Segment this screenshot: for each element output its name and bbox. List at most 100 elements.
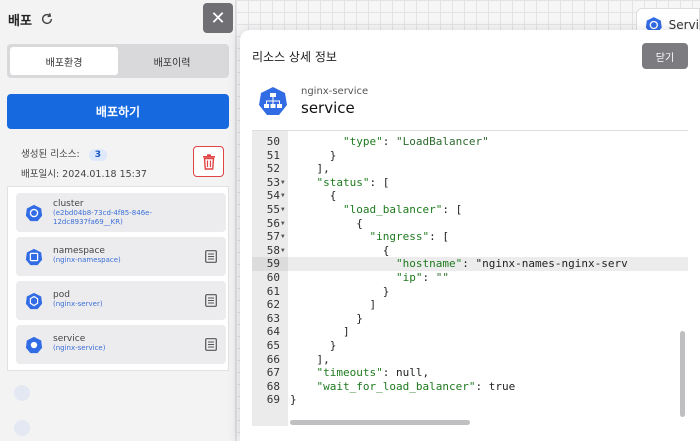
code-line: 61 }: [252, 285, 688, 299]
line-number: 67: [266, 366, 280, 380]
faint-icon: [14, 385, 30, 401]
code-text: {: [290, 189, 337, 203]
close-icon: ✕: [210, 7, 226, 29]
fold-arrow-icon[interactable]: ▼: [281, 189, 285, 203]
fold-arrow-icon[interactable]: ▼: [281, 230, 285, 244]
document-icon[interactable]: [205, 294, 217, 307]
vertical-scrollbar[interactable]: [680, 331, 685, 417]
code-text: }: [290, 284, 390, 298]
panel-header: 배포: [0, 0, 235, 38]
line-number: 54: [266, 189, 280, 203]
kubernetes-icon: [25, 336, 43, 354]
resource-count-badge: 3: [88, 149, 107, 161]
trash-icon: [202, 153, 215, 170]
line-number: 52: [266, 162, 280, 176]
line-number: 50: [266, 135, 280, 148]
created-resources-label: 생성된 리소스:: [21, 149, 80, 160]
code-text: "wait_for_load_balancer": true: [316, 379, 516, 393]
code-line: 50 "type": "LoadBalancer": [252, 135, 688, 149]
kubernetes-icon: [25, 204, 43, 222]
refresh-icon[interactable]: [40, 12, 54, 26]
delete-button[interactable]: [193, 146, 224, 177]
code-line: 65 }: [252, 339, 688, 353]
resource-item-cluster[interactable]: cluster (e2bd04b8-73cd-4f85-846e- 12dc89…: [16, 193, 226, 232]
line-number: 69: [266, 393, 280, 407]
code-line: 55 ▼ "load_balancer": [: [252, 203, 688, 217]
resource-item-pod[interactable]: pod (nginx-server): [16, 281, 226, 320]
kubernetes-icon: [25, 292, 43, 310]
code-line: 63 }: [252, 312, 688, 326]
code-text: "load_balancer": [: [342, 203, 463, 216]
line-number: 66: [266, 352, 280, 366]
deploy-tabs: 배포환경 배포이력: [7, 44, 229, 78]
line-number: 64: [266, 325, 280, 339]
faint-row: [14, 418, 214, 438]
kubernetes-service-icon: [259, 87, 287, 115]
code-text: }: [290, 339, 337, 352]
resource-name: service: [53, 334, 86, 344]
resource-detail-modal: 리소스 상세 정보 닫기 nginx-service service 50 "t…: [240, 30, 700, 441]
code-line: 60 "ip": "": [252, 271, 688, 285]
document-icon[interactable]: [205, 250, 217, 263]
document-icon[interactable]: [205, 338, 217, 351]
code-text: }: [290, 148, 337, 162]
code-text: }: [290, 311, 363, 325]
code-text: }: [290, 393, 297, 407]
line-number: 55: [266, 203, 280, 216]
code-line: 68 "wait_for_load_balancer": true: [252, 380, 688, 394]
faint-icon: [14, 420, 30, 436]
close-button[interactable]: 닫기: [642, 43, 688, 69]
code-line: 51 }: [252, 149, 688, 163]
code-line: 53 ▼ "status": [: [252, 176, 688, 190]
fold-arrow-icon[interactable]: ▼: [281, 244, 285, 258]
horizontal-scrollbar[interactable]: [290, 420, 470, 425]
code-line: 54 ▼ {: [252, 189, 688, 203]
code-line: 69}: [252, 393, 688, 407]
modal-title: 리소스 상세 정보: [252, 50, 337, 64]
code-text: ]: [290, 325, 350, 339]
panel-title: 배포: [8, 13, 32, 29]
resource-item-namespace[interactable]: namespace (nginx-namespace): [16, 237, 226, 276]
line-number: 51: [266, 148, 280, 162]
code-line: 56 ▼ {: [252, 217, 688, 231]
line-number: 56: [266, 216, 280, 230]
line-number: 53: [266, 175, 280, 189]
line-number: 63: [266, 311, 280, 325]
deploy-button[interactable]: 배포하기: [7, 94, 229, 129]
code-text: {: [290, 216, 363, 230]
line-number: 61: [266, 284, 280, 298]
code-text: "ip": "": [395, 271, 449, 284]
line-number: 68: [266, 379, 280, 393]
code-text: ],: [290, 352, 330, 366]
code-text: "ingress": [: [369, 230, 449, 244]
resource-id: (nginx-server): [53, 300, 103, 308]
line-number: 57: [266, 230, 280, 244]
code-line: 67 "timeouts": null,: [252, 366, 688, 380]
fold-arrow-icon[interactable]: ▼: [281, 203, 285, 217]
kubernetes-icon: [25, 248, 43, 266]
deployed-at: 배포일시: 2024.01.18 15:37: [21, 169, 147, 180]
code-text: "hostname": "nginx-names-nginx-serv: [395, 257, 628, 271]
fold-arrow-icon[interactable]: ▼: [281, 176, 285, 190]
code-text: ],: [290, 162, 330, 176]
tab-history[interactable]: 배포이력: [118, 47, 226, 75]
resource-id: (nginx-service): [53, 344, 106, 352]
tab-environment[interactable]: 배포환경: [10, 47, 118, 75]
code-line: 57 ▼ "ingress": [: [252, 230, 688, 244]
panel-close-button[interactable]: ✕: [203, 3, 233, 33]
code-line: 59 "hostname": "nginx-names-nginx-serv: [252, 257, 688, 271]
resource-list: cluster (e2bd04b8-73cd-4f85-846e- 12dc89…: [7, 186, 229, 371]
resource-name-heading: service: [301, 99, 355, 117]
resource-item-service[interactable]: service (nginx-service): [16, 325, 226, 364]
code-line: 62 ]: [252, 298, 688, 312]
json-code-editor[interactable]: 50 "type": "LoadBalancer" 51 } 52 ], 53 ▼ "s…: [252, 130, 688, 426]
code-line: 66 ],: [252, 353, 688, 367]
code-text: {: [290, 243, 390, 257]
fold-arrow-icon[interactable]: ▼: [281, 217, 285, 231]
code-line: 52 ],: [252, 162, 688, 176]
line-number: 59: [266, 257, 280, 271]
deploy-panel: 배포 ✕ 배포환경 배포이력 배포하기 생성된 리소스: 3 배포일시: 202…: [0, 0, 236, 441]
code-text: "type": "LoadBalancer": [342, 135, 489, 148]
line-number: 62: [266, 298, 280, 312]
resource-id: (nginx-namespace): [53, 256, 121, 264]
